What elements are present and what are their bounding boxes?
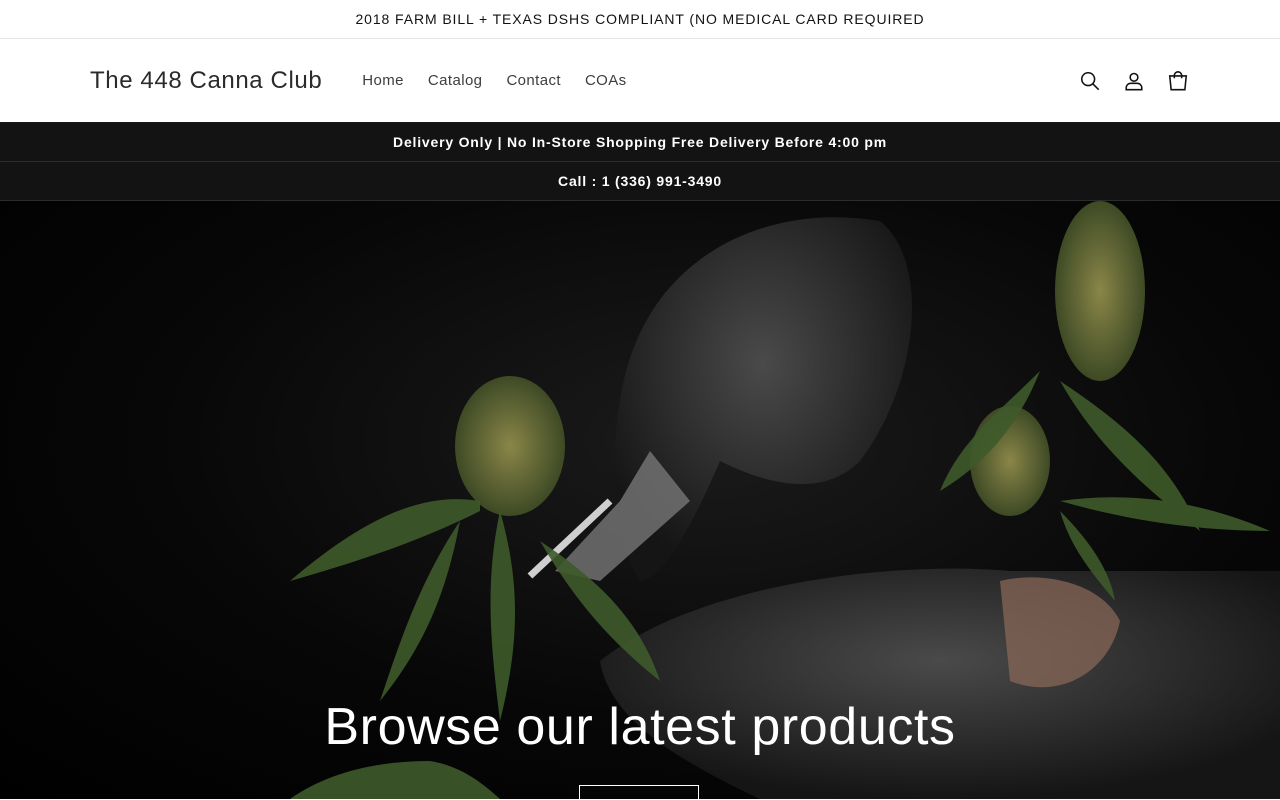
nav-link-home[interactable]: Home	[350, 64, 416, 97]
site-logo[interactable]: The 448 Canna Club	[90, 67, 322, 95]
phone-info-bar: Call : 1 (336) 991-3490	[0, 162, 1280, 201]
announcement-bar: 2018 FARM BILL + TEXAS DSHS COMPLIANT (N…	[0, 0, 1280, 39]
nav-link-contact[interactable]: Contact	[494, 64, 573, 97]
cart-button[interactable]	[1156, 59, 1200, 103]
hero-title: Browse our latest products	[324, 698, 956, 756]
account-button[interactable]	[1112, 59, 1156, 103]
header-icons	[1068, 59, 1200, 103]
hero-shop-button[interactable]	[579, 785, 699, 799]
announcement-text: 2018 FARM BILL + TEXAS DSHS COMPLIANT (N…	[355, 11, 925, 27]
nav-link-coas[interactable]: COAs	[573, 64, 639, 97]
site-header: The 448 Canna Club Home Catalog Contact …	[0, 39, 1280, 123]
delivery-info-bar: Delivery Only | No In-Store Shopping Fre…	[0, 123, 1280, 162]
nav-link-catalog[interactable]: Catalog	[416, 64, 495, 97]
cart-icon	[1168, 70, 1188, 90]
hero-banner: Browse our latest products	[0, 201, 1280, 799]
delivery-info-text: Delivery Only | No In-Store Shopping Fre…	[393, 134, 887, 150]
main-nav: Home Catalog Contact COAs	[350, 64, 638, 97]
search-icon	[1080, 71, 1100, 90]
search-button[interactable]	[1068, 59, 1112, 103]
account-icon	[1125, 72, 1143, 90]
phone-info-text: Call : 1 (336) 991-3490	[558, 173, 722, 189]
